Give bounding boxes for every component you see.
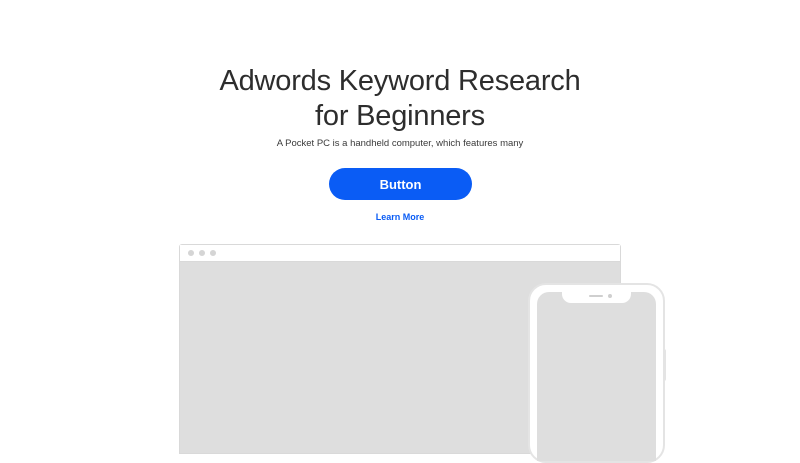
phone-side-button <box>663 349 666 381</box>
window-dot-icon <box>199 250 205 256</box>
learn-more-link[interactable]: Learn More <box>376 212 425 222</box>
window-dot-icon <box>188 250 194 256</box>
phone-speaker-icon <box>589 295 603 297</box>
phone-camera-icon <box>608 294 612 298</box>
window-dot-icon <box>210 250 216 256</box>
phone-notch <box>562 290 631 303</box>
browser-title-bar <box>180 245 620 262</box>
smartphone-mockup <box>528 283 665 463</box>
primary-cta-button[interactable]: Button <box>329 168 472 200</box>
learn-more-container: Learn More <box>0 212 800 222</box>
hero-subtitle: A Pocket PC is a handheld computer, whic… <box>276 138 524 149</box>
hero-title: Adwords Keyword Research for Beginners <box>0 64 800 134</box>
hero-title-line-2: for Beginners <box>315 100 485 132</box>
hero-title-line-1: Adwords Keyword Research <box>219 65 581 97</box>
phone-screen-placeholder <box>537 292 656 461</box>
